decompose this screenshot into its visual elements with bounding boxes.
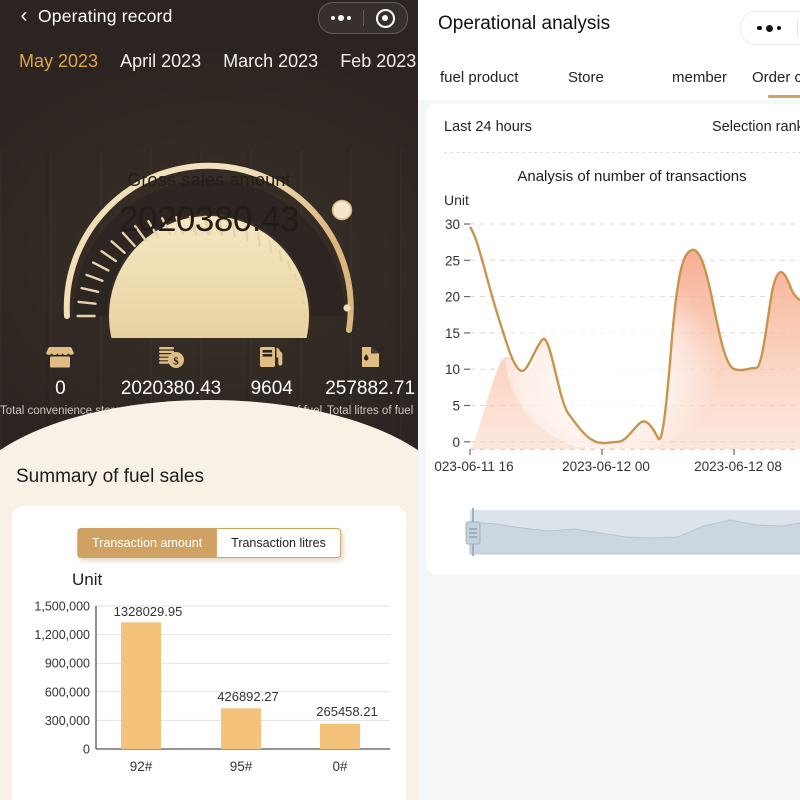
time-range-filter[interactable]: Last 24 hours	[444, 119, 532, 135]
summary-section-title: Summary of fuel sales	[16, 466, 204, 487]
stat-value: 2020380.43	[120, 378, 222, 399]
svg-text:1328029.95: 1328029.95	[114, 604, 183, 619]
svg-text:2023-06-12 00: 2023-06-12 00	[562, 459, 650, 474]
svg-text:10: 10	[445, 362, 460, 377]
datazoom-svg	[465, 508, 800, 556]
fuel-pump-icon	[221, 340, 322, 374]
svg-text:5: 5	[452, 399, 460, 414]
stat-value: 257882.71	[325, 378, 416, 399]
oil-can-icon	[322, 340, 418, 374]
stat-value: 9604	[250, 378, 293, 399]
svg-text:0: 0	[452, 435, 460, 450]
svg-text:2023-06-12 08: 2023-06-12 08	[694, 459, 782, 474]
svg-text:15: 15	[445, 326, 460, 341]
fuel-sales-bar-chart: 1,500,000 1,200,000 900,000 600,000 300,…	[12, 594, 406, 800]
svg-text:30: 30	[445, 217, 460, 232]
store-icon	[0, 340, 121, 374]
miniprogram-capsule	[318, 2, 408, 34]
line-chart-title: Analysis of number of transactions	[517, 168, 747, 185]
more-dots-icon[interactable]	[319, 15, 363, 21]
right-header-bar: Operational analysis	[418, 0, 800, 54]
tab-order-c[interactable]: Order c	[752, 69, 800, 86]
svg-text:$: $	[173, 356, 179, 368]
toggle-transaction-amount[interactable]: Transaction amount	[77, 528, 217, 558]
svg-text:023-06-11 16: 023-06-11 16	[434, 459, 513, 474]
gauge-label: Gross sales amount	[127, 170, 291, 190]
transactions-line-chart: 30 25 20 15 10 5 0 023-06-11 16 2023-06-…	[426, 208, 800, 500]
line-chart-unit-label: Unit	[444, 192, 469, 208]
bar-95[interactable]	[221, 708, 261, 749]
capsule-divider	[797, 19, 798, 37]
svg-text:92#: 92#	[130, 759, 153, 774]
line-center-glow	[506, 263, 726, 453]
toggle-transaction-litres[interactable]: Transaction litres	[216, 528, 341, 558]
line-chart-svg: 30 25 20 15 10 5 0 023-06-11 16 2023-06-…	[434, 217, 800, 474]
svg-text:426892.27: 426892.27	[217, 689, 278, 704]
svg-text:1,200,000: 1,200,000	[34, 628, 90, 642]
bar-chart-svg: 1,500,000 1,200,000 900,000 600,000 300,…	[34, 600, 390, 774]
svg-text:95#: 95#	[230, 759, 253, 774]
right-page-title: Operational analysis	[438, 13, 611, 34]
svg-text:900,000: 900,000	[45, 657, 90, 671]
svg-text:20: 20	[445, 290, 460, 305]
left-navbar: ‹ Operating record	[0, 0, 418, 34]
month-tab-list: May 2023 April 2023 March 2023 Feb 2023	[0, 46, 418, 76]
page-title: Operating record	[38, 6, 173, 26]
svg-text:0: 0	[83, 743, 90, 757]
bar-0[interactable]	[320, 723, 360, 749]
left-panel-operating-record: ‹ Operating record May 2023 April 2023 M…	[0, 0, 418, 800]
chevron-left-icon[interactable]: ‹	[13, 2, 35, 30]
month-tab-march[interactable]: March 2023	[212, 51, 329, 72]
fuel-sales-card: Transaction amount Transaction litres Un…	[12, 506, 406, 800]
coins-dollar-icon: $	[121, 340, 221, 374]
filter-divider	[444, 152, 800, 153]
month-tab-feb[interactable]: Feb 2023	[329, 51, 418, 72]
svg-text:265458.21: 265458.21	[316, 704, 377, 719]
svg-text:1,500,000: 1,500,000	[34, 600, 90, 614]
line-x-tickmarks	[469, 449, 735, 455]
svg-text:0#: 0#	[332, 759, 348, 774]
bar-x-ticklabels: 92# 95# 0#	[130, 759, 348, 774]
svg-text:600,000: 600,000	[45, 685, 90, 699]
bar-92[interactable]	[121, 622, 161, 749]
line-y-ticklabels: 30 25 20 15 10 5 0	[445, 217, 460, 450]
active-tab-underline	[768, 95, 800, 98]
tab-member[interactable]: member	[672, 69, 727, 86]
bar-y-ticklabels: 1,500,000 1,200,000 900,000 600,000 300,…	[34, 600, 90, 757]
line-y-tickmarks	[464, 223, 470, 443]
transaction-toggle-group: Transaction amount Transaction litres	[77, 528, 341, 558]
tab-store[interactable]: Store	[568, 69, 604, 86]
chart-datazoom-slider[interactable]	[426, 502, 800, 564]
svg-text:300,000: 300,000	[45, 714, 90, 728]
month-tab-may[interactable]: May 2023	[8, 51, 109, 72]
bar-chart-unit-label: Unit	[72, 570, 103, 589]
target-circle-icon[interactable]	[364, 8, 408, 28]
stat-convenience-store: 0 Total convenience store	[0, 340, 121, 417]
gross-sales-gauge: Gross sales amount 2020380.43	[49, 108, 369, 338]
filter-row: Last 24 hours Selection rank	[426, 104, 800, 152]
right-miniprogram-capsule	[740, 11, 800, 45]
tab-fuel-product[interactable]: fuel product	[440, 69, 518, 86]
screenshot-root: ‹ Operating record May 2023 April 2023 M…	[0, 0, 800, 800]
gauge-value: 2020380.43	[119, 200, 299, 239]
stat-litres-of-fuel: 257882.71 Total litres of fuel	[322, 340, 418, 417]
gauge-end-dot	[343, 304, 351, 312]
analysis-tab-list: fuel product Store member Order c	[418, 54, 800, 100]
month-tab-april[interactable]: April 2023	[109, 51, 212, 72]
transactions-analysis-card: Last 24 hours Selection rank Analysis of…	[426, 104, 800, 574]
stat-value: 0	[55, 378, 66, 399]
svg-text:25: 25	[445, 253, 460, 268]
right-panel-operational-analysis: Operational analysis fuel product Store …	[418, 0, 800, 800]
line-x-ticklabels: 023-06-11 16 2023-06-12 00 2023-06-12 08	[434, 459, 782, 474]
selection-rank-filter[interactable]: Selection rank	[712, 119, 800, 135]
hero-dark-section: ‹ Operating record May 2023 April 2023 M…	[0, 0, 418, 452]
more-dots-icon[interactable]	[741, 24, 797, 32]
